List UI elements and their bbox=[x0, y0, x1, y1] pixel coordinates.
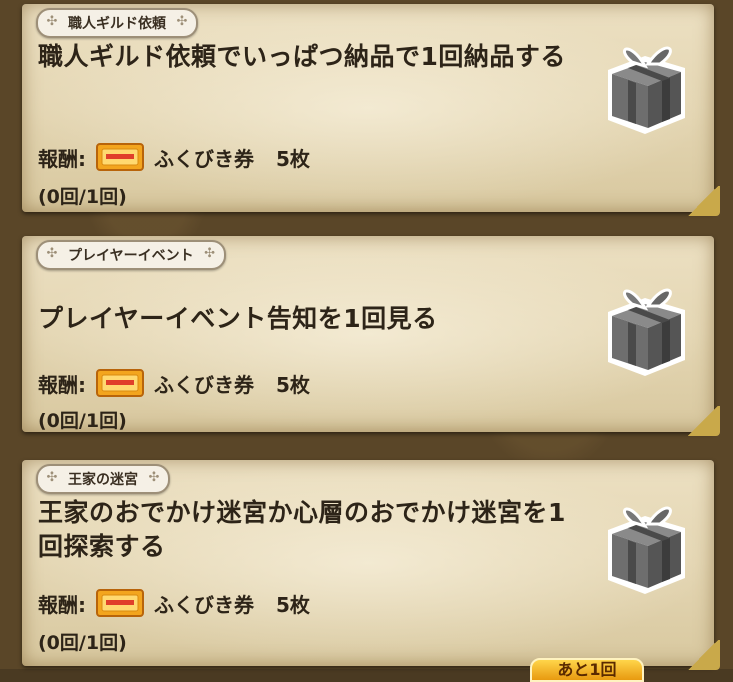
quest-progress: (0回/1回) bbox=[38, 186, 127, 208]
reward-label: 報酬: bbox=[38, 146, 86, 171]
quest-category-tag: ✣ 王家の迷宮 ✣ bbox=[36, 464, 170, 494]
reward-label: 報酬: bbox=[38, 372, 86, 397]
reward-item: ふくびき券 bbox=[154, 146, 254, 171]
ticket-icon bbox=[96, 589, 144, 617]
reward-quantity: 5枚 bbox=[276, 592, 310, 617]
gift-box-icon bbox=[608, 288, 685, 376]
quest-card[interactable]: ✣ プレイヤーイベント ✣ プレイヤーイベント告知を1回見る 報酬: ふくびき券… bbox=[22, 236, 720, 436]
quest-reward: 報酬: ふくびき券 5枚 bbox=[38, 368, 310, 398]
quest-title: 王家のおでかけ迷宮か心層のおでかけ迷宮を1回探索する bbox=[38, 498, 566, 561]
quest-card[interactable]: ✣ 王家の迷宮 ✣ 王家のおでかけ迷宮か心層のおでかけ迷宮を1回探索する 報酬:… bbox=[22, 460, 720, 670]
quest-category-tag: ✣ プレイヤーイベント ✣ bbox=[36, 240, 226, 270]
reward-quantity: 5枚 bbox=[276, 146, 310, 171]
cross-ornament-icon: ✣ bbox=[204, 246, 216, 261]
quest-category-label: プレイヤーイベント bbox=[68, 248, 194, 264]
cross-ornament-icon: ✣ bbox=[46, 470, 58, 485]
cross-ornament-icon: ✣ bbox=[148, 470, 160, 485]
reward-quantity: 5枚 bbox=[276, 372, 310, 397]
quest-category-label: 職人ギルド依頼 bbox=[68, 16, 166, 32]
cross-ornament-icon: ✣ bbox=[176, 14, 188, 29]
ticket-icon bbox=[96, 143, 144, 171]
gift-box-icon bbox=[608, 506, 685, 594]
reward-label: 報酬: bbox=[38, 592, 86, 617]
quest-title: 職人ギルド依頼でいっぱつ納品で1回納品する bbox=[38, 42, 566, 71]
reward-item: ふくびき券 bbox=[154, 592, 254, 617]
quest-category-label: 王家の迷宮 bbox=[68, 472, 138, 488]
gift-box-icon bbox=[608, 46, 685, 134]
cross-ornament-icon: ✣ bbox=[46, 246, 58, 261]
quest-reward: 報酬: ふくびき券 5枚 bbox=[38, 588, 310, 618]
quest-title: プレイヤーイベント告知を1回見る bbox=[38, 304, 438, 333]
quest-category-tag: ✣ 職人ギルド依頼 ✣ bbox=[36, 8, 198, 38]
cross-ornament-icon: ✣ bbox=[46, 14, 58, 29]
remaining-count-badge: あと1回 bbox=[530, 658, 644, 682]
quest-reward: 報酬: ふくびき券 5枚 bbox=[38, 142, 310, 172]
quest-progress: (0回/1回) bbox=[38, 410, 127, 432]
quest-progress: (0回/1回) bbox=[38, 632, 127, 654]
reward-item: ふくびき券 bbox=[154, 372, 254, 397]
ticket-icon bbox=[96, 369, 144, 397]
quest-card[interactable]: ✣ 職人ギルド依頼 ✣ 職人ギルド依頼でいっぱつ納品で1回納品する 報酬: ふく… bbox=[22, 4, 720, 216]
